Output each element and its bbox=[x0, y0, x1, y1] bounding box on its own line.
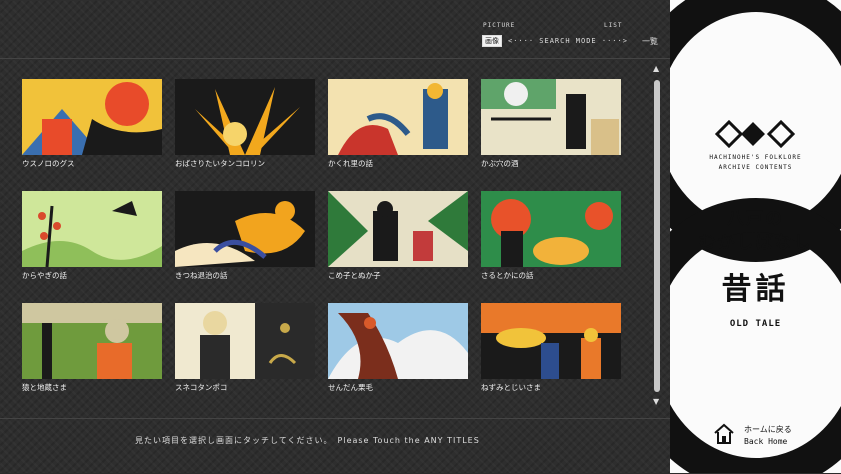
scroll-track[interactable] bbox=[654, 80, 660, 392]
tale-card[interactable]: おばさりたいタンコロリン bbox=[175, 79, 315, 169]
tale-thumbnail[interactable] bbox=[22, 79, 162, 155]
tale-title[interactable]: きつね退治の話 bbox=[175, 270, 228, 281]
subtitle-en: OLD TALE bbox=[729, 319, 782, 329]
touch-instruction: 見たい項目を選択し画面にタッチしてください。 Please Touch the … bbox=[135, 436, 480, 445]
tale-title[interactable]: 猿と地蔵さま bbox=[22, 382, 67, 393]
tale-title[interactable]: おばさりたいタンコロリン bbox=[175, 158, 265, 169]
mode-bar: PICTURE LIST 画像 <···· SEARCH MODE ····> … bbox=[0, 0, 670, 59]
tale-thumbnail[interactable] bbox=[22, 191, 162, 267]
tale-thumbnail[interactable] bbox=[481, 303, 621, 379]
tale-title[interactable]: さるとかにの話 bbox=[481, 270, 534, 281]
title-kanji: 昔話 bbox=[721, 272, 790, 307]
tale-title[interactable]: せんだん栗毛 bbox=[328, 382, 373, 393]
list-mode-label: LIST bbox=[604, 22, 623, 29]
title-line-2: むかしばなし bbox=[698, 233, 813, 253]
tale-card[interactable]: スネコタンポコ bbox=[175, 303, 315, 393]
scroll-thumb[interactable] bbox=[654, 80, 660, 392]
tale-card[interactable]: せんだん栗毛 bbox=[328, 303, 468, 393]
tale-title[interactable]: かくれ里の話 bbox=[328, 158, 373, 169]
org-line-2: ARCHIVE CONTENTS bbox=[718, 164, 793, 171]
tale-card[interactable]: さるとかにの話 bbox=[481, 191, 621, 281]
title-line-1: 八戸の bbox=[727, 209, 784, 229]
home-label-en: Back Home bbox=[744, 437, 788, 446]
tale-thumbnail[interactable] bbox=[328, 191, 468, 267]
back-home-button[interactable]: ホームに戻る Back Home bbox=[708, 420, 808, 452]
tale-thumbnail[interactable] bbox=[481, 79, 621, 155]
tale-thumbnail[interactable] bbox=[175, 191, 315, 267]
home-icon[interactable] bbox=[712, 422, 736, 446]
tale-card[interactable]: かぶ穴の酒 bbox=[481, 79, 621, 169]
scrollbar[interactable]: ▲ ▼ bbox=[650, 64, 664, 409]
tale-card[interactable]: かくれ里の話 bbox=[328, 79, 468, 169]
tale-card[interactable]: きつね退治の話 bbox=[175, 191, 315, 281]
tale-card[interactable]: からやぎの話 bbox=[22, 191, 162, 281]
tale-thumbnail[interactable] bbox=[22, 303, 162, 379]
tale-thumbnail[interactable] bbox=[175, 79, 315, 155]
tale-thumbnail[interactable] bbox=[328, 79, 468, 155]
footer: 見たい項目を選択し画面にタッチしてください。 Please Touch the … bbox=[0, 418, 670, 474]
tale-title[interactable]: スネコタンポコ bbox=[175, 382, 227, 393]
hachinohe-logo-icon bbox=[715, 120, 795, 148]
tale-card[interactable]: ウスノロのグス bbox=[22, 79, 162, 169]
tale-title[interactable]: ねずみとじいさま bbox=[481, 382, 541, 393]
tale-card[interactable]: こめ子とぬか子 bbox=[328, 191, 468, 281]
tale-title[interactable]: ウスノロのグス bbox=[22, 158, 75, 169]
search-mode-switch: 画像 <···· SEARCH MODE ····> 一覧 bbox=[482, 35, 658, 47]
tale-thumbnail[interactable] bbox=[328, 303, 468, 379]
tale-thumbnail[interactable] bbox=[175, 303, 315, 379]
tale-thumbnail[interactable] bbox=[481, 191, 621, 267]
picture-mode-label: PICTURE bbox=[483, 22, 516, 29]
home-label-jp: ホームに戻る bbox=[744, 425, 792, 434]
tale-title[interactable]: からやぎの話 bbox=[22, 270, 67, 281]
scroll-down-arrow-icon[interactable]: ▼ bbox=[653, 397, 659, 406]
picture-mode-button[interactable]: 画像 bbox=[482, 35, 502, 47]
org-line-1: HACHINOHE'S FOLKLORE bbox=[709, 154, 802, 161]
tale-title[interactable]: こめ子とぬか子 bbox=[328, 270, 381, 281]
scroll-up-arrow-icon[interactable]: ▲ bbox=[653, 64, 659, 73]
search-mode-label: <···· SEARCH MODE ····> bbox=[508, 37, 628, 45]
sidebar: HACHINOHE'S FOLKLORE ARCHIVE CONTENTS 八戸… bbox=[670, 0, 841, 473]
list-mode-button[interactable]: 一覧 bbox=[642, 36, 658, 47]
tale-card[interactable]: ねずみとじいさま bbox=[481, 303, 621, 393]
tale-title[interactable]: かぶ穴の酒 bbox=[481, 158, 519, 169]
tale-card[interactable]: 猿と地蔵さま bbox=[22, 303, 162, 393]
